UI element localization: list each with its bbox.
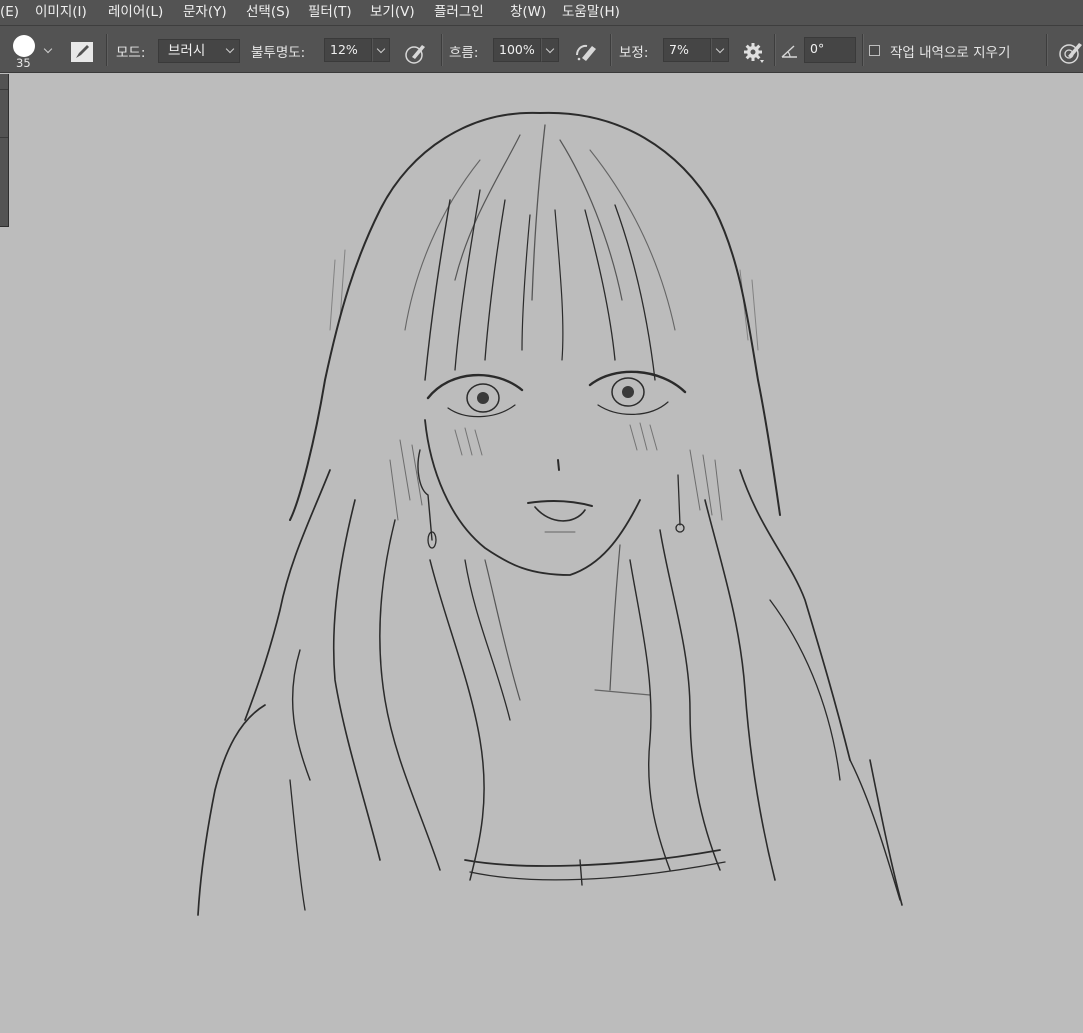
document-canvas[interactable] <box>0 74 1083 1033</box>
menu-select[interactable]: 선택(S) <box>246 0 290 25</box>
menu-edit[interactable]: (E) <box>0 0 19 25</box>
angle-icon <box>781 45 797 58</box>
menu-type[interactable]: 문자(Y) <box>183 0 227 25</box>
brush-size-value: 35 <box>16 56 31 70</box>
smoothing-input[interactable]: 7% <box>663 38 711 62</box>
mode-value: 브러시 <box>168 43 206 59</box>
menu-bar: (E) 이미지(I) 레이어(L) 문자(Y) 선택(S) 필터(T) 보기(V… <box>0 0 1083 25</box>
mode-dropdown[interactable]: 브러시 <box>158 39 240 63</box>
tool-options-bar: 35 모드: 브러시 불투명도: 12% 흐름: 100% 보정: 7% 0° … <box>0 25 1083 73</box>
opacity-input[interactable]: 12% <box>324 38 372 62</box>
opacity-label: 불투명도: <box>251 45 306 61</box>
menu-filter[interactable]: 필터(T) <box>308 0 352 25</box>
menu-window[interactable]: 창(W) <box>510 0 546 25</box>
chevron-down-icon <box>225 44 235 54</box>
menu-layer[interactable]: 레이어(L) <box>108 0 163 25</box>
gear-icon[interactable] <box>743 42 765 64</box>
brush-preset-chevron-icon[interactable] <box>43 44 53 54</box>
menu-help[interactable]: 도움말(H) <box>562 0 620 25</box>
erase-history-checkbox[interactable] <box>869 45 880 56</box>
opacity-dropdown-icon[interactable] <box>372 38 390 62</box>
pressure-opacity-icon[interactable] <box>404 42 428 64</box>
smoothing-label: 보정: <box>619 45 649 61</box>
flow-label: 흐름: <box>449 45 479 61</box>
erase-history-label: 작업 내역으로 지우기 <box>890 45 1011 61</box>
menu-view[interactable]: 보기(V) <box>370 0 415 25</box>
flow-dropdown-icon[interactable] <box>541 38 559 62</box>
airbrush-icon[interactable] <box>573 41 599 63</box>
angle-input[interactable]: 0° <box>804 37 856 63</box>
menu-plugins[interactable]: 플러그인 <box>434 0 484 25</box>
pencil-sketch-artwork <box>197 111 903 916</box>
smoothing-dropdown-icon[interactable] <box>711 38 729 62</box>
flow-input[interactable]: 100% <box>493 38 541 62</box>
brush-settings-panel-icon[interactable] <box>70 41 94 63</box>
pressure-size-icon[interactable] <box>1058 41 1083 65</box>
menu-image[interactable]: 이미지(I) <box>35 0 87 25</box>
mode-label: 모드: <box>116 45 146 61</box>
brush-tip-icon[interactable] <box>13 35 35 57</box>
